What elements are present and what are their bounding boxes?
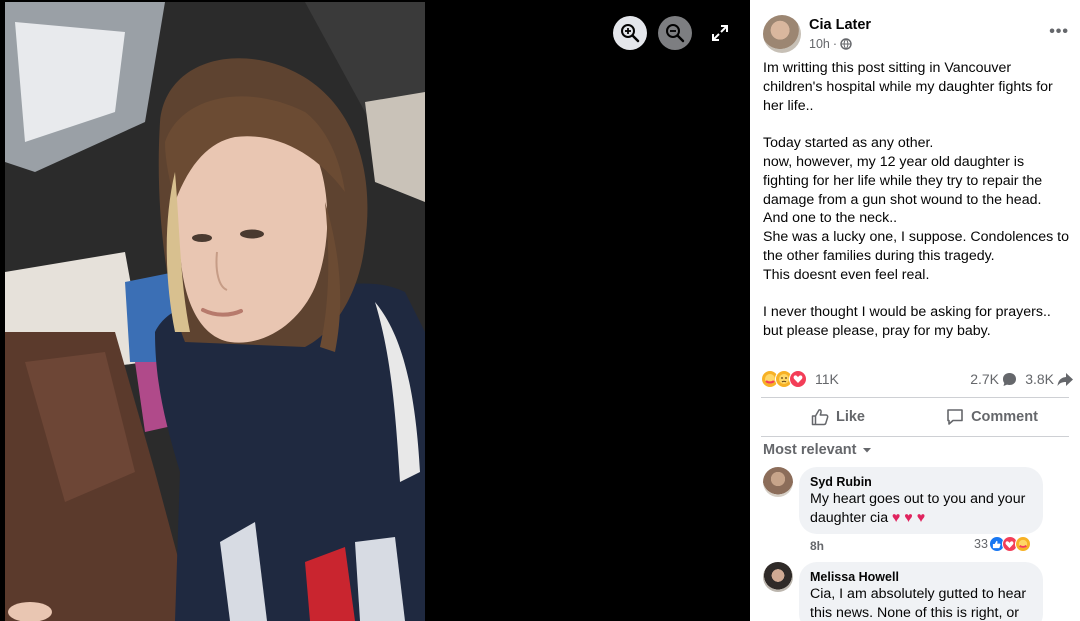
- zoom-out-icon: [666, 24, 685, 43]
- like-label: Like: [835, 409, 865, 425]
- expand-icon: [712, 25, 728, 41]
- post-actions: Like Comment: [761, 399, 1069, 435]
- love-icon: [789, 370, 807, 388]
- comments-count[interactable]: 2.7K: [970, 371, 1017, 387]
- like-button[interactable]: Like: [761, 399, 915, 435]
- post-text: Im writting this post sitting in Vancouv…: [763, 59, 1069, 341]
- post-paragraph: now, however, my 12 year old daughter is…: [763, 153, 1043, 208]
- comment-label: Comment: [971, 409, 1038, 425]
- meta-separator: ·: [832, 37, 838, 51]
- post-meta: 10h ·: [809, 37, 852, 51]
- sort-label: Most relevant: [763, 442, 857, 458]
- comment-reactions-count: 33: [974, 537, 988, 551]
- zoom-in-icon: [621, 24, 640, 43]
- comment-sort-dropdown[interactable]: Most relevant: [763, 442, 872, 458]
- post-paragraph: Im writting this post sitting in Vancouv…: [763, 60, 1053, 114]
- author-avatar[interactable]: [763, 15, 801, 53]
- post-header: Cia Later 10h · •••: [763, 15, 1073, 55]
- stats-divider: [761, 397, 1069, 398]
- comment-text-line: this news. None of this is right, or: [810, 604, 1019, 621]
- comments-count-value: 2.7K: [970, 371, 999, 387]
- commenter-name[interactable]: Syd Rubin: [810, 474, 1031, 490]
- post-paragraph: Today started as any other.: [763, 135, 934, 152]
- comment-bubble: Syd Rubin My heart goes out to you and y…: [799, 467, 1043, 534]
- photo-illustration: [5, 2, 425, 621]
- comment-text-line: My heart goes out to you and your: [810, 491, 1026, 507]
- care-reaction-icon: [1014, 536, 1031, 552]
- comment-item: Syd Rubin My heart goes out to you and y…: [763, 467, 1073, 557]
- post-paragraph: I never thought I would be asking for pr…: [763, 304, 1051, 340]
- comment-text-line: daughter cia ♥ ♥ ♥: [810, 509, 926, 526]
- shares-count-value: 3.8K: [1025, 371, 1054, 387]
- post-panel: Cia Later 10h · ••• Im writting this pos…: [750, 0, 1080, 621]
- globe-icon: [840, 38, 852, 50]
- post-paragraph: And one to the neck..: [763, 210, 898, 227]
- comment-item: Melissa Howell Cia, I am absolutely gutt…: [763, 562, 1073, 621]
- caret-down-icon: [863, 448, 872, 453]
- zoom-in-button[interactable]: [613, 16, 647, 50]
- reactions-summary[interactable]: 11K: [761, 370, 839, 388]
- author-name[interactable]: Cia Later: [809, 17, 871, 33]
- comment-text-line: Cia, I am absolutely gutted to hear: [810, 586, 1027, 602]
- comment-icon: [947, 409, 963, 425]
- share-arrow-icon: [1057, 372, 1073, 386]
- post-time[interactable]: 10h: [809, 37, 830, 51]
- post-photo[interactable]: [5, 2, 425, 621]
- post-paragraph: She was a lucky one, I suppose. Condolen…: [763, 229, 1070, 264]
- fullscreen-button[interactable]: [704, 16, 736, 50]
- thumbs-up-icon: [811, 409, 829, 426]
- post-stats: 11K 2.7K 3.8K: [761, 369, 1073, 391]
- commenter-avatar[interactable]: [763, 467, 793, 497]
- reactions-count: 11K: [815, 371, 839, 387]
- comment-reactions[interactable]: 33: [974, 536, 1031, 552]
- actions-divider: [761, 436, 1069, 437]
- zoom-out-button[interactable]: [658, 16, 692, 50]
- comment-button[interactable]: Comment: [915, 399, 1069, 435]
- commenter-avatar[interactable]: [763, 562, 793, 592]
- post-paragraph: This doesnt even feel real.: [763, 266, 930, 283]
- comment-bubble-icon: [1003, 372, 1016, 386]
- shares-count[interactable]: 3.8K: [1025, 371, 1073, 387]
- more-options-button[interactable]: •••: [1049, 23, 1069, 41]
- comment-time[interactable]: 8h: [810, 539, 824, 553]
- comment-bubble: Melissa Howell Cia, I am absolutely gutt…: [799, 562, 1043, 621]
- photo-viewer: [0, 0, 750, 621]
- commenter-name[interactable]: Melissa Howell: [810, 569, 1031, 585]
